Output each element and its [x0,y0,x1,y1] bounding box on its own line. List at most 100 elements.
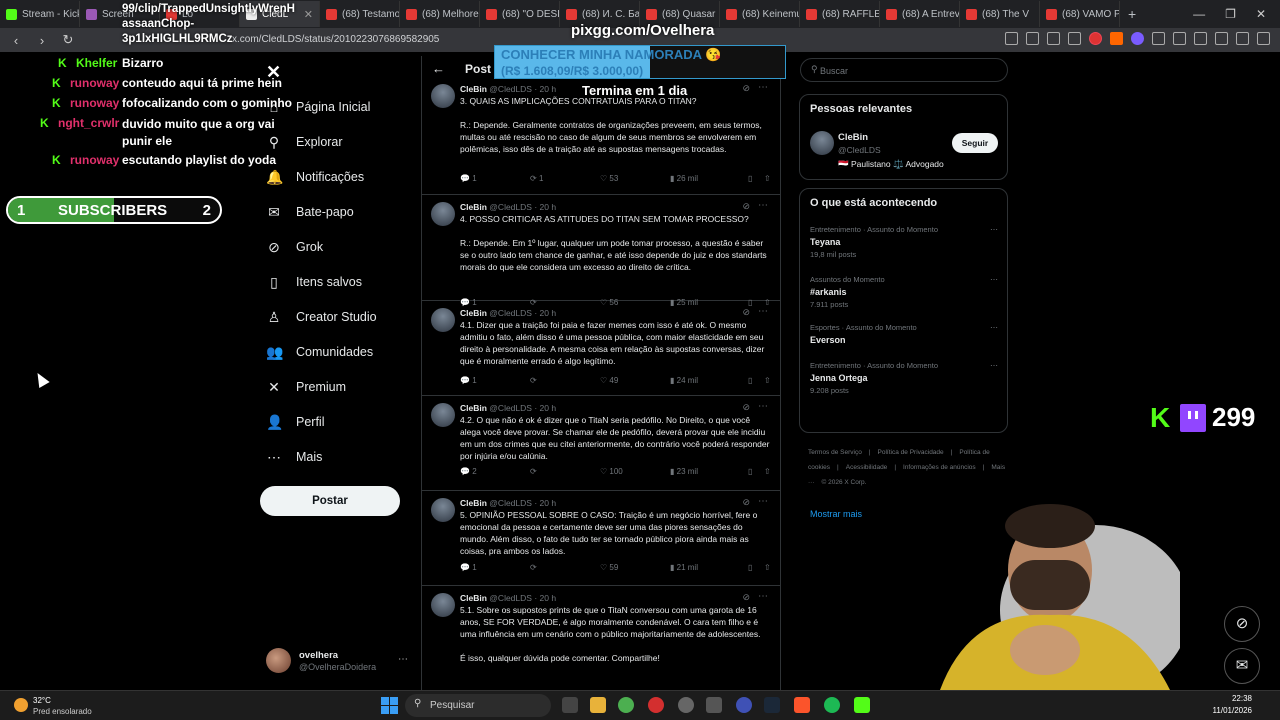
wallet-icon[interactable] [1215,32,1228,45]
like-action[interactable]: ♡ 53 [600,174,618,183]
more-icon[interactable]: ⋯ [758,306,768,317]
extension-icon[interactable] [1131,32,1144,45]
more-icon[interactable]: ⋯ [990,275,998,284]
like-action[interactable]: ♡ 100 [600,467,623,476]
avatar[interactable] [431,84,455,108]
relevant-user-name[interactable]: CleBin [838,132,868,143]
tweet[interactable]: CleBin @CledLDS · 20 h ⊘ ⋯ 4.1. Dizer que a… [422,306,780,396]
extensions-icon[interactable] [1173,32,1186,45]
more-icon[interactable]: ⋯ [990,323,998,332]
app-icon[interactable] [736,697,752,713]
more-icon[interactable]: ⋯ [758,591,768,602]
show-more-link[interactable]: Mostrar mais [810,509,862,519]
nav-item-creator-studio[interactable]: ♙ Creator Studio [266,307,377,327]
tweet-author-name[interactable]: CleBin [460,202,487,212]
reply-action[interactable]: 💬 1 [460,563,477,572]
browser-tab[interactable]: (68) Testamo [320,1,400,27]
trend-item[interactable]: Entretenimento · Assunto do Momento Teyan… [810,225,1000,259]
grok-icon[interactable]: ⊘ [742,83,750,94]
browser-tab[interactable]: (68) "O DESEN [480,1,560,27]
bookmark-icon[interactable]: ▯ [748,376,752,385]
nav-item-notifica-es[interactable]: 🔔 Notificações [266,167,364,187]
nav-item-mais[interactable]: ⋯ Mais [266,447,322,467]
share-icon[interactable]: ⇧ [764,467,771,476]
browser-tab[interactable]: Stream - Kick [0,1,80,27]
follow-button[interactable]: Seguir [952,133,998,153]
back-arrow-icon[interactable]: ← [432,61,445,76]
share-icon[interactable]: ⇧ [764,174,771,183]
tweet[interactable]: CleBin @CledLDS · 20 h ⊘ ⋯ 3. QUAIS AS IMPL… [422,82,780,195]
brave-shield-icon[interactable] [1089,32,1102,45]
tweet[interactable]: CleBin @CledLDS · 20 h ⊘ ⋯ 5.1. Sobre os su… [422,591,780,690]
more-icon[interactable]: ⋯ [758,401,768,412]
browser-tab[interactable]: (68) VAMO P [1040,1,1120,27]
nav-item-perfil[interactable]: 👤 Perfil [266,412,324,432]
avatar[interactable] [431,308,455,332]
file-explorer-icon[interactable] [590,697,606,713]
avatar[interactable] [810,131,834,155]
grok-icon[interactable]: ⊘ [1224,606,1260,642]
menu-icon[interactable] [1257,32,1270,45]
spotify-icon[interactable] [824,697,840,713]
star-icon[interactable] [1068,32,1081,45]
avatar[interactable] [431,202,455,226]
repost-action[interactable]: ⟳ [530,376,537,385]
reload-icon[interactable]: ↻ [58,32,78,48]
tweet[interactable]: CleBin @CledLDS · 20 h ⊘ ⋯ 4.2. O que não é… [422,401,780,491]
more-icon[interactable]: ⋯ [990,361,998,370]
nav-item-comunidades[interactable]: 👥 Comunidades [266,342,373,362]
reply-action[interactable]: 💬 2 [460,467,477,476]
forward-icon[interactable]: › [32,33,52,48]
nav-item-grok[interactable]: ⊘ Grok [266,237,323,257]
browser-tab[interactable]: (68) Melhores [400,1,480,27]
tweet-author-name[interactable]: CleBin [460,308,487,318]
browser-tab[interactable]: (68) RAFFLES [800,1,880,27]
new-tab-icon[interactable]: + [1120,6,1144,22]
views-action[interactable]: ▮ 24 mil [670,376,698,385]
windows-start-icon[interactable] [381,697,398,714]
more-icon[interactable]: ⋯ [990,225,998,234]
repost-action[interactable]: ⟳ [530,467,537,476]
tweet[interactable]: CleBin @CledLDS · 20 h ⊘ ⋯ 4. POSSO CRITICA… [422,200,780,307]
avatar[interactable] [431,403,455,427]
footer-link[interactable]: Política de Privacidade [878,449,944,456]
footer-link[interactable]: © 2026 X Corp. [822,479,867,486]
close-window-icon[interactable]: ✕ [1256,7,1266,21]
bookmark-icon[interactable]: ▯ [748,467,752,476]
views-action[interactable]: ▮ 23 mil [670,467,698,476]
share-icon[interactable]: ⇧ [764,563,771,572]
trend-item[interactable]: Esportes · Assunto do Momento Everson ⋯ [810,323,1000,345]
nav-item-itens-salvos[interactable]: ▯ Itens salvos [266,272,362,292]
footer-link[interactable]: Acessibilidade [846,464,888,471]
trend-item[interactable]: Assuntos do Momento #arkanis 7.911 posts ⋯ [810,275,1000,309]
browser-tab[interactable]: (68) The V [960,1,1040,27]
minimize-icon[interactable]: — [1193,7,1205,21]
footer-link[interactable]: Termos de Serviço [808,449,862,456]
taskbar-search[interactable]: ⚲ Pesquisar [405,694,551,717]
tweet-author-name[interactable]: CleBin [460,498,487,508]
share-icon[interactable]: ⇧ [764,376,771,385]
bookmark-icon[interactable]: ▯ [748,563,752,572]
more-icon[interactable]: ⋯ [758,82,768,93]
grok-icon[interactable]: ⊘ [742,201,750,212]
messages-icon[interactable]: ✉ [1224,648,1260,684]
avatar[interactable] [431,593,455,617]
grok-icon[interactable]: ⊘ [742,402,750,413]
like-action[interactable]: ♡ 59 [600,563,618,572]
app-icon[interactable] [678,697,694,713]
tweet[interactable]: CleBin @CledLDS · 20 h ⊘ ⋯ 5. OPINIÃO PESSO… [422,496,780,586]
tweet-author-name[interactable]: CleBin [460,403,487,413]
opera-icon[interactable] [648,697,664,713]
extension-icon[interactable] [1152,32,1165,45]
brave-icon[interactable] [794,697,810,713]
more-icon[interactable]: ⋯ [758,496,768,507]
footer-link[interactable]: Informações de anúncios [903,464,976,471]
grok-icon[interactable]: ⊘ [742,307,750,318]
account-switcher[interactable]: ovelhera @OvelheraDoidera ⋯ [266,648,410,674]
grok-icon[interactable]: ⊘ [742,592,750,603]
steam-icon[interactable] [764,697,780,713]
extension-icon[interactable] [1110,32,1123,45]
kick-icon[interactable] [854,697,870,713]
grok-icon[interactable]: ⊘ [742,497,750,508]
app-icon[interactable] [706,697,722,713]
